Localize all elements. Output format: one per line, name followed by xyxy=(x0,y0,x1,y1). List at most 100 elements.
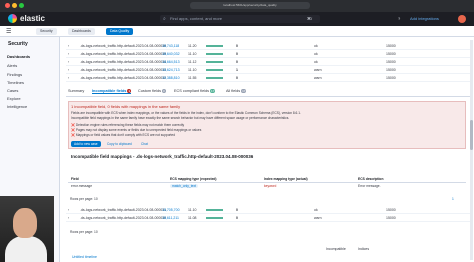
chat-button[interactable]: Chat xyxy=(138,141,151,147)
mapping-field: error.message xyxy=(71,184,93,188)
tab-incompatible-label: Incompatible fields xyxy=(92,89,127,93)
close-window-icon[interactable] xyxy=(5,3,10,8)
callout-title: 1 incompatible field, 0 fields with mapp… xyxy=(71,104,181,109)
sidebar-item-findings[interactable]: Findings xyxy=(7,72,22,77)
expand-row-icon[interactable]: › xyxy=(68,68,69,72)
sidebar-item-explore[interactable]: Explore xyxy=(7,96,21,101)
help-icon[interactable]: ? xyxy=(398,16,400,21)
column-header-description: ECS description xyxy=(358,177,384,181)
search-icon: ⌕ xyxy=(163,16,166,22)
search-placeholder: Find apps, content, and more xyxy=(170,16,223,21)
table-row[interactable]: › .ds-logs-network_traffic.http-default-2… xyxy=(66,58,470,66)
pagination-page[interactable]: 1 xyxy=(452,197,454,201)
all-count-badge: 17 xyxy=(241,89,247,93)
add-to-new-case-button[interactable]: Add to new case xyxy=(71,141,101,147)
column-header-expected: ECS mapping type (expected) xyxy=(170,177,217,181)
tab-incompatible-fields[interactable]: Incompatible fields 1 xyxy=(92,89,132,94)
docs-count-cell: 18,640,032 xyxy=(162,52,180,56)
breadcrumb-dashboards[interactable]: Dashboards xyxy=(68,28,95,35)
docs-pct-cell: 11.08 xyxy=(188,216,197,220)
address-bar[interactable]: localhost:5601/app/security/data_quality xyxy=(190,2,310,9)
size-cell: 15000 xyxy=(386,52,396,56)
scrollbar-track[interactable] xyxy=(470,40,473,260)
copy-to-clipboard-button[interactable]: Copy to clipboard xyxy=(104,141,135,147)
tab-ecs-compliant-fields[interactable]: ECS compliant fields 17 xyxy=(174,89,216,93)
column-header-actual: Index mapping type (actual) xyxy=(264,177,308,181)
size-cell: 15000 xyxy=(386,76,396,80)
expand-row-icon[interactable]: › xyxy=(68,60,69,64)
status-cell: warn xyxy=(314,216,322,220)
docs-pct-cell: 11.10 xyxy=(188,208,197,212)
docs-share-bar xyxy=(206,77,224,79)
sidebar-item-timelines[interactable]: Timelines xyxy=(7,80,24,85)
presenter-shirt xyxy=(5,236,47,262)
docs-pct-cell: 11.55 xyxy=(188,76,197,80)
incompatible-count-cell: 0 xyxy=(236,216,238,220)
sidebar-item-cases[interactable]: Cases xyxy=(7,88,18,93)
sidebar-title: Security xyxy=(8,41,28,47)
sidebar-item-alerts[interactable]: Alerts xyxy=(7,63,17,68)
expand-row-icon[interactable]: › xyxy=(68,208,69,212)
tab-custom-fields[interactable]: Custom fields 0 xyxy=(138,89,166,93)
docs-pct-cell: 11.12 xyxy=(188,60,197,64)
sidebar-item-intelligence[interactable]: Intelligence xyxy=(7,104,27,109)
rows-per-page-select-bottom[interactable]: Rows per page: 10 xyxy=(70,230,98,234)
size-cell: 15000 xyxy=(386,216,396,220)
expand-row-icon[interactable]: › xyxy=(68,76,69,80)
table-divider xyxy=(68,182,466,183)
column-header-field: Field xyxy=(71,177,79,181)
tab-summary[interactable]: Summary xyxy=(68,89,84,93)
minimize-window-icon[interactable] xyxy=(12,3,17,8)
breadcrumb-data-quality: Data Quality xyxy=(106,28,134,35)
ecs-count-badge: 17 xyxy=(210,89,216,93)
table-row[interactable]: › .ds-logs-network_traffic.http-default-2… xyxy=(66,42,470,50)
index-name-cell: .ds-logs-network_traffic.http-default-20… xyxy=(80,76,167,80)
index-name-cell: .ds-logs-network_traffic.http-default-20… xyxy=(80,44,167,48)
docs-count-cell: 18,611,211 xyxy=(162,216,179,220)
index-name-cell: .ds-logs-network_traffic.http-default-20… xyxy=(80,68,167,72)
status-cell: warn xyxy=(314,76,322,80)
table-row[interactable]: › .ds-logs-network_traffic.http-default-2… xyxy=(66,214,470,222)
user-avatar[interactable] xyxy=(458,15,466,23)
docs-share-bar xyxy=(206,209,223,211)
menu-icon[interactable]: ☰ xyxy=(6,28,11,35)
docs-pct-cell: 11.10 xyxy=(188,68,197,72)
status-cell: ok xyxy=(314,60,318,64)
callout-line-2: Incompatible field mappings in the same … xyxy=(71,116,290,120)
mappings-title: Incompatible field mappings - .ds-logs-n… xyxy=(71,154,254,159)
add-integrations-link[interactable]: Add integrations xyxy=(410,16,439,21)
mapping-actual: keyword xyxy=(264,184,277,188)
docs-share-bar xyxy=(206,69,223,71)
legend-indices: Indices xyxy=(358,247,370,251)
elastic-logo[interactable]: elastic xyxy=(8,14,45,23)
table-row[interactable]: › .ds-logs-network_traffic.http-default-2… xyxy=(66,206,470,214)
global-search-input[interactable]: Find apps, content, and more xyxy=(160,15,320,23)
incompatible-count-badge: 1 xyxy=(127,89,132,93)
expand-row-icon[interactable]: › xyxy=(68,52,69,56)
table-row[interactable]: › .ds-logs-network_traffic.http-default-2… xyxy=(66,50,470,58)
index-name-cell: .ds-logs-network_traffic.http-default-20… xyxy=(80,60,167,64)
incompatible-count-cell: 0 xyxy=(236,60,238,64)
incompatible-count-cell: 0 xyxy=(236,76,238,80)
logo-text: elastic xyxy=(20,14,45,23)
breadcrumb-security[interactable]: Security xyxy=(36,28,57,35)
expand-row-icon[interactable]: › xyxy=(68,216,69,220)
legend-incompatible: Incompatible xyxy=(326,247,346,251)
incompatible-count-cell: 1 xyxy=(236,68,238,72)
docs-pct-cell: 11.10 xyxy=(188,52,197,56)
untitled-timeline-link[interactable]: Untitled timeline xyxy=(72,255,97,259)
expand-row-icon[interactable]: › xyxy=(68,44,69,48)
table-row[interactable]: › .ds-logs-network_traffic.http-default-2… xyxy=(66,74,470,82)
table-row[interactable]: › .ds-logs-network_traffic.http-default-2… xyxy=(66,66,470,74)
maximize-window-icon[interactable] xyxy=(19,3,24,8)
mapping-description: Error message. xyxy=(358,184,381,188)
tab-all-fields[interactable]: All fields 17 xyxy=(226,89,247,93)
docs-count-cell: 18,743,118 xyxy=(162,44,180,48)
tab-custom-label: Custom fields xyxy=(138,89,162,93)
size-cell: 15000 xyxy=(386,68,396,72)
sidebar-item-dashboards[interactable]: Dashboards xyxy=(7,54,30,59)
callout-line-3: ❌ Detection engine rules referencing the… xyxy=(71,123,185,127)
scrollbar-thumb[interactable] xyxy=(470,120,473,150)
rows-per-page-select[interactable]: Rows per page: 10 xyxy=(70,197,98,201)
docs-pct-cell: 11.20 xyxy=(188,44,197,48)
